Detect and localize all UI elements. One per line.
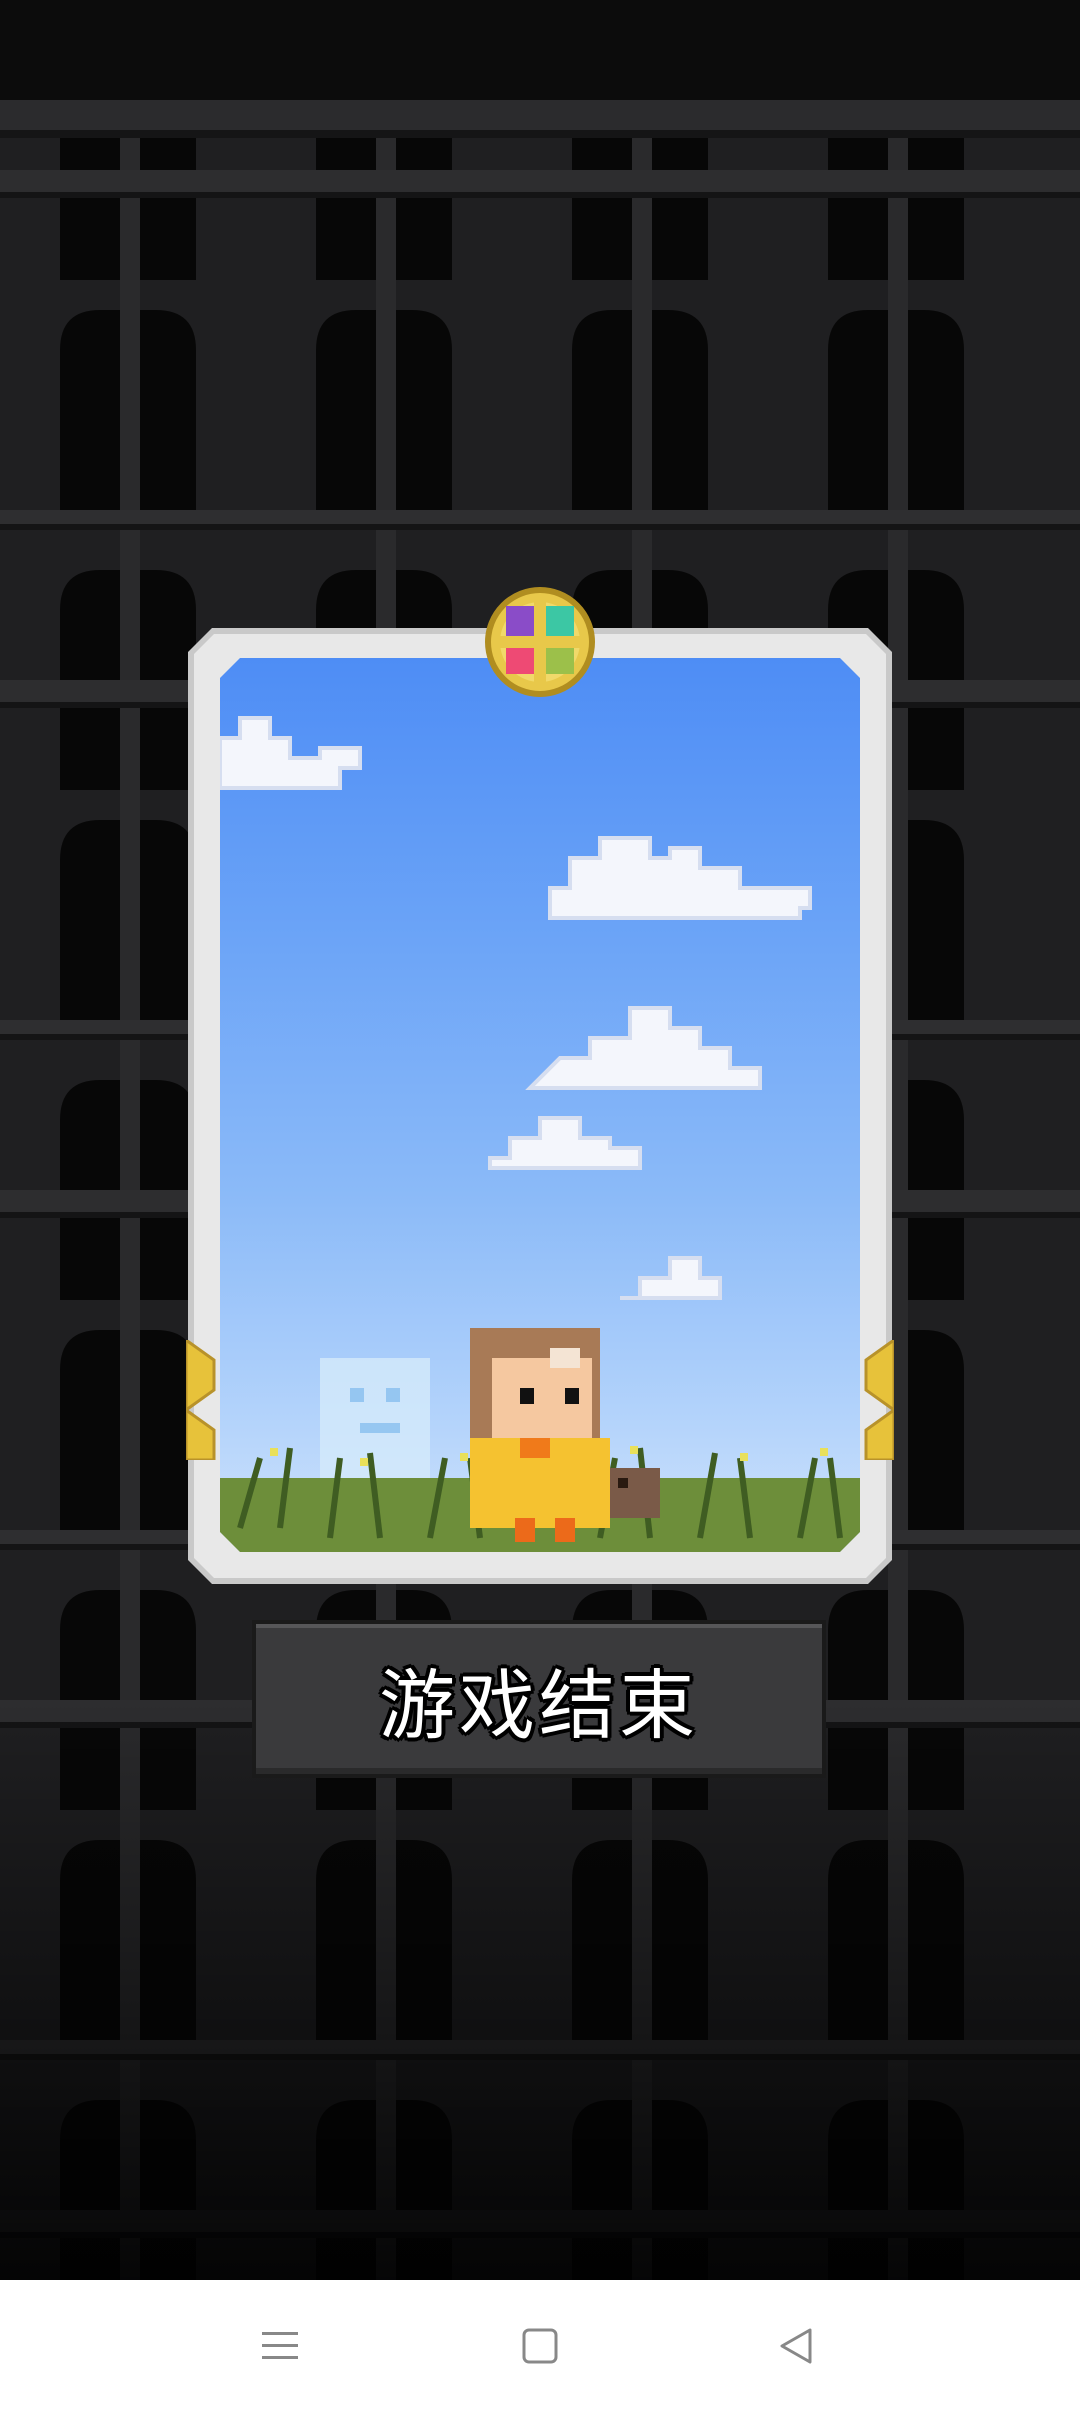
home-icon [522, 2328, 558, 2364]
small-creature [610, 1468, 660, 1518]
game-over-button[interactable]: 游戏结束 [252, 1620, 826, 1778]
season-gem-icon [485, 587, 595, 697]
cloud-icon [220, 716, 812, 1300]
back-icon [780, 2328, 812, 2364]
menu-button[interactable] [240, 2310, 320, 2382]
home-button[interactable] [500, 2310, 580, 2382]
card-right-ornament [864, 1340, 894, 1460]
character-sprite [470, 1328, 610, 1542]
system-navigation-bar [0, 2280, 1080, 2412]
event-card[interactable] [188, 628, 892, 1584]
game-over-label: 游戏结束 [379, 1661, 699, 1750]
card-illustration [220, 658, 860, 1552]
back-button[interactable] [756, 2310, 836, 2382]
game-screen: 游戏结束 [0, 0, 1080, 2412]
card-left-ornament [186, 1340, 216, 1460]
menu-icon [262, 2332, 298, 2359]
